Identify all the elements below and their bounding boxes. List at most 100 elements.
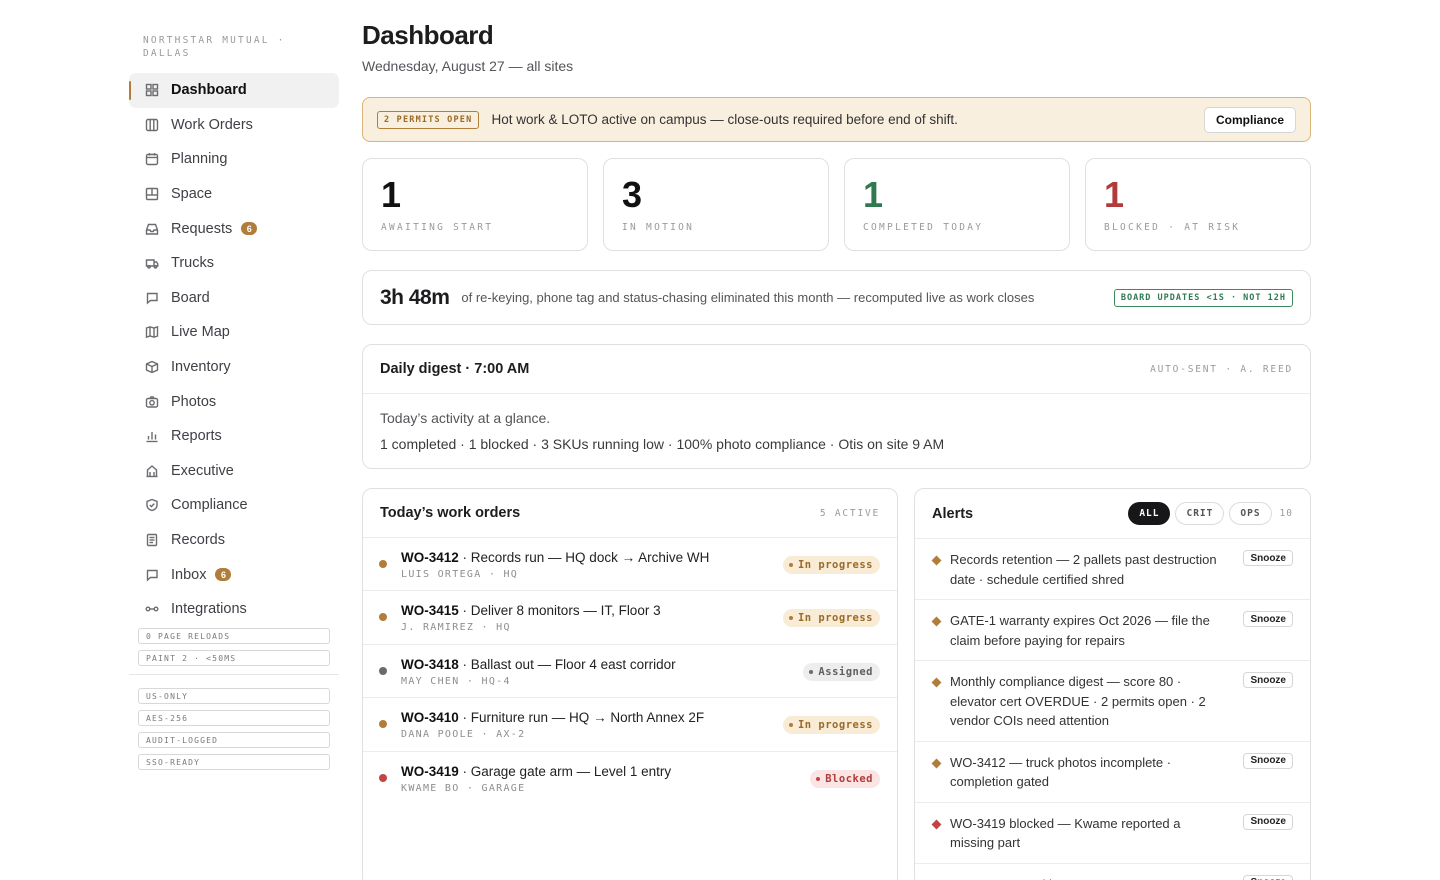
stat-card-in-motion[interactable]: 3 IN MOTION [603, 158, 829, 251]
stat-card-completed-today[interactable]: 1 COMPLETED TODAY [844, 158, 1070, 251]
sidebar-item-requests[interactable]: Requests 6 [129, 211, 339, 246]
sidebar-item-live-map[interactable]: Live Map [129, 315, 339, 350]
sidebar-item-compliance[interactable]: Compliance [129, 488, 339, 523]
work-order-row[interactable]: WO-3415 · Deliver 8 monitors — IT, Floor… [363, 591, 897, 645]
stat-value: 1 [381, 174, 402, 215]
sidebar-item-space[interactable]: Space [129, 177, 339, 212]
truck-icon [145, 256, 159, 270]
digest-meta: AUTO-SENT · A. REED [1150, 363, 1293, 375]
sidebar-item-inventory[interactable]: Inventory [129, 350, 339, 385]
work-orders-header: Today’s work orders 5 ACTIVE [363, 489, 897, 538]
alert-item[interactable]: GATE-1 warranty expires Oct 2026 — file … [915, 600, 1310, 661]
snooze-button[interactable]: Snooze [1243, 874, 1293, 880]
work-order-id: WO-3412 [401, 550, 459, 565]
work-order-id: WO-3419 [401, 763, 459, 779]
work-orders-count: 5 ACTIVE [819, 507, 880, 519]
snooze-button[interactable]: Snooze [1243, 550, 1293, 566]
chip-paint-2-50ms: PAINT 2 · <50MS [138, 650, 330, 666]
sidebar-item-label: Space [171, 186, 213, 203]
status-badge-label: Blocked [825, 772, 873, 785]
status-dot [379, 773, 387, 782]
count-badge: 6 [241, 222, 258, 236]
severity-diamond-icon [931, 677, 942, 688]
sidebar-item-records[interactable]: Records [129, 523, 339, 558]
snooze-button[interactable]: Snooze [1243, 813, 1293, 830]
security-chips: US-ONLY AES-256 AUDIT-LOGGED SSO-READY [138, 688, 330, 776]
alert-text: WO-3412 — truck photos incomplete · comp… [950, 754, 1172, 790]
snooze-button[interactable]: Snooze [1243, 611, 1293, 627]
work-order-assignee: KWAME BO · GARAGE [401, 782, 526, 794]
alerts-list: Records retention — 2 pallets past destr… [915, 539, 1310, 880]
alert-text: Monthly compliance digest — score 80 · e… [950, 674, 1206, 728]
snooze-button[interactable]: Snooze [1243, 672, 1293, 688]
status-badge-label: In progress [797, 719, 873, 732]
work-order-row[interactable]: WO-3418 · Ballast out — Floor 4 east cor… [363, 645, 897, 699]
alert-item[interactable]: WO-3412 — truck photos incomplete · comp… [915, 742, 1310, 803]
sidebar-nav: Dashboard Work Orders Planning Space Request… [129, 73, 339, 627]
work-order-row[interactable]: WO-3410 · Furniture run — HQ → North Ann… [363, 698, 897, 752]
bar-chart-icon [145, 429, 159, 443]
alerts-title: Alerts [932, 505, 974, 522]
filter-all[interactable]: ALL [1128, 502, 1171, 525]
stat-cards: 1 AWAITING START 3 IN MOTION 1 COMPLETED TODA… [362, 158, 1311, 251]
page-subtitle: Wednesday, August 27 — all sites [362, 58, 574, 74]
shield-check-icon [145, 498, 159, 512]
work-order-assignee: DANA POOLE · AX-2 [401, 729, 526, 741]
work-order-row[interactable]: WO-3419 · Garage gate arm — Level 1 entr… [363, 752, 897, 805]
alert-item[interactable]: WO-3419 blocked — Kwame reported a missi… [915, 803, 1310, 864]
board-updates-tag: BOARD UPDATES <1S · NOT 12H [1113, 288, 1293, 307]
work-order-title: WO-3410 · Furniture run — HQ → North Ann… [401, 710, 704, 725]
sidebar-item-trucks[interactable]: Trucks [129, 246, 339, 281]
work-order-description: · Ballast out — Floor 4 east corridor [458, 656, 676, 672]
work-order-assignee: MAY CHEN · HQ-4 [401, 675, 511, 687]
sidebar-item-dashboard[interactable]: Dashboard [129, 73, 339, 108]
stat-card-blocked-at-risk[interactable]: 1 BLOCKED · AT RISK [1085, 158, 1311, 251]
work-order-row[interactable]: WO-3412 · Records run — HQ dock → Archiv… [363, 538, 897, 592]
alert-text: GATE-1 warranty expires Oct 2026 — file … [950, 613, 1210, 648]
compliance-button[interactable]: Compliance [1203, 106, 1296, 133]
digest-summary: 1 completed · 1 blocked · 3 SKUs running… [380, 436, 945, 452]
chip-0-page-reloads: 0 PAGE RELOADS [138, 628, 330, 644]
sidebar-item-planning[interactable]: Planning [129, 142, 339, 177]
filter-ops[interactable]: OPS [1229, 502, 1272, 525]
status-badge-dot [788, 563, 793, 567]
chip-audit-logged: AUDIT-LOGGED [138, 732, 330, 748]
sidebar-item-board[interactable]: Board [129, 281, 339, 316]
savings-text: of re-keying, phone tag and status-chasi… [461, 290, 1035, 305]
status-badge-dot [788, 723, 793, 728]
alert-item[interactable]: WO-3419 — waiting on parts Snooze [915, 864, 1310, 880]
sidebar-item-reports[interactable]: Reports [129, 419, 339, 454]
alerts-count: 10 [1279, 508, 1293, 519]
status-badge: In progress [782, 556, 880, 574]
stat-label: AWAITING START [381, 222, 494, 233]
work-orders-title: Today’s work orders [380, 505, 521, 521]
snooze-button[interactable]: Snooze [1243, 752, 1293, 769]
sidebar-item-label: Planning [171, 151, 228, 168]
severity-diamond-icon [931, 819, 942, 829]
sidebar-item-label: Records [171, 532, 225, 549]
daily-digest: Daily digest · 7:00 AM AUTO-SENT · A. RE… [362, 344, 1311, 469]
sidebar-item-work-orders[interactable]: Work Orders [129, 108, 339, 143]
filter-crit[interactable]: CRIT [1175, 502, 1225, 525]
status-badge: Assigned [803, 662, 880, 681]
stat-value: 1 [863, 174, 884, 215]
status-badge-label: In progress [797, 559, 873, 571]
stat-card-awaiting-start[interactable]: 1 AWAITING START [362, 158, 588, 251]
alert-item[interactable]: Records retention — 2 pallets past destr… [915, 539, 1310, 600]
sidebar-item-integrations[interactable]: Integrations [129, 592, 339, 627]
sidebar-item-executive[interactable]: Executive [129, 454, 339, 489]
severity-diamond-icon [931, 758, 942, 768]
sidebar-item-photos[interactable]: Photos [129, 384, 339, 419]
sidebar-item-inbox[interactable]: Inbox 6 [129, 557, 339, 592]
sidebar-item-label: Reports [171, 428, 222, 445]
work-order-id: WO-3415 [401, 603, 459, 619]
status-dot [379, 560, 387, 568]
alerts-panel: Alerts ALL CRIT OPS 10 Records retention —… [914, 488, 1311, 880]
sidebar-item-label: Work Orders [171, 116, 253, 133]
alert-item[interactable]: Monthly compliance digest — score 80 · e… [915, 661, 1310, 742]
columns-icon [145, 118, 159, 132]
work-orders-panel: Today’s work orders 5 ACTIVE WO-3412 · R… [362, 488, 898, 880]
work-order-description: · Furniture run — HQ → North Annex 2F [458, 710, 705, 726]
status-badge-label: Assigned [818, 665, 873, 678]
savings-card: 3h 48m of re-keying, phone tag and statu… [362, 270, 1311, 325]
